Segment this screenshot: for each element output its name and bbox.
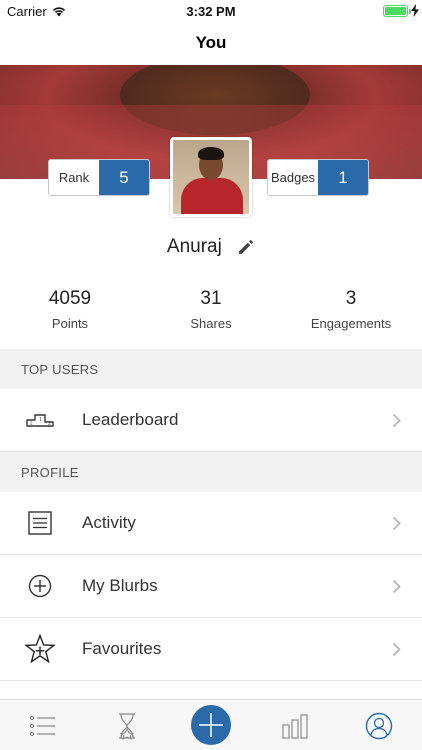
menu-item-label: Favourites — [82, 639, 162, 658]
list-icon — [28, 511, 52, 535]
stat-engagements-label: Engagements — [310, 316, 392, 331]
svg-text:1: 1 — [39, 417, 42, 423]
menu-item-leaderboard[interactable]: 1 2 3 Leaderboard — [0, 389, 422, 452]
menu-item-my-blurbs[interactable]: My Blurbs — [0, 555, 422, 618]
menu-item-activity[interactable]: Activity — [0, 492, 422, 555]
stat-shares: 31 Shares — [141, 288, 281, 331]
stat-engagements: 3 Engagements — [281, 288, 421, 331]
section-header-profile: PROFILE — [0, 452, 422, 492]
plus-circle-icon — [28, 574, 52, 598]
avatar[interactable] — [170, 137, 252, 217]
chevron-right-icon — [392, 579, 401, 594]
svg-text:2: 2 — [30, 421, 33, 426]
battery-icon — [383, 5, 408, 17]
profile-name: Anuraj — [166, 236, 222, 257]
menu-item-label: My Blurbs — [82, 576, 158, 595]
tab-bar — [0, 699, 422, 750]
menu-item-favourites[interactable]: Favourites — [0, 618, 422, 681]
star-plus-icon — [24, 633, 56, 664]
badges-label: Badges — [270, 170, 316, 185]
rank-value: 5 — [99, 160, 149, 195]
badges-box[interactable]: Badges 1 — [267, 159, 369, 196]
menu-item-label: Activity — [82, 513, 136, 532]
add-tab-button[interactable] — [191, 705, 231, 745]
section-title: TOP USERS — [21, 362, 99, 377]
section-header-top-users: TOP USERS — [0, 349, 422, 389]
profile-name-row: Anuraj — [0, 236, 422, 258]
stat-points-label: Points — [51, 316, 89, 331]
stat-points-value: 4059 — [48, 288, 92, 309]
chevron-right-icon — [392, 516, 401, 531]
chart-tab-icon[interactable] — [280, 712, 310, 740]
hourglass-tab-icon[interactable] — [112, 712, 142, 740]
charging-bolt-icon — [411, 4, 419, 17]
stat-points: 4059 Points — [0, 288, 140, 331]
rank-box[interactable]: Rank 5 — [48, 159, 150, 196]
rank-label: Rank — [58, 170, 90, 185]
edit-pencil-icon[interactable] — [237, 238, 255, 256]
status-bar: Carrier 3:32 PM — [0, 0, 422, 22]
stat-shares-value: 31 — [200, 288, 222, 309]
stats-row: 4059 Points 31 Shares 3 Engagements — [0, 288, 422, 338]
profile-tab-icon[interactable] — [364, 712, 394, 740]
stat-shares-label: Shares — [190, 316, 232, 331]
status-time: 3:32 PM — [186, 4, 236, 19]
menu-item-label: Leaderboard — [82, 410, 179, 429]
chevron-right-icon — [392, 413, 401, 428]
chevron-right-icon — [392, 642, 401, 657]
list-tab-icon[interactable] — [28, 712, 58, 740]
badges-value: 1 — [318, 160, 368, 195]
page-title: You — [195, 33, 227, 52]
stat-engagements-value: 3 — [345, 288, 357, 309]
add-tab-icon — [199, 713, 223, 737]
section-title: PROFILE — [21, 465, 79, 480]
podium-icon: 1 2 3 — [26, 414, 54, 427]
